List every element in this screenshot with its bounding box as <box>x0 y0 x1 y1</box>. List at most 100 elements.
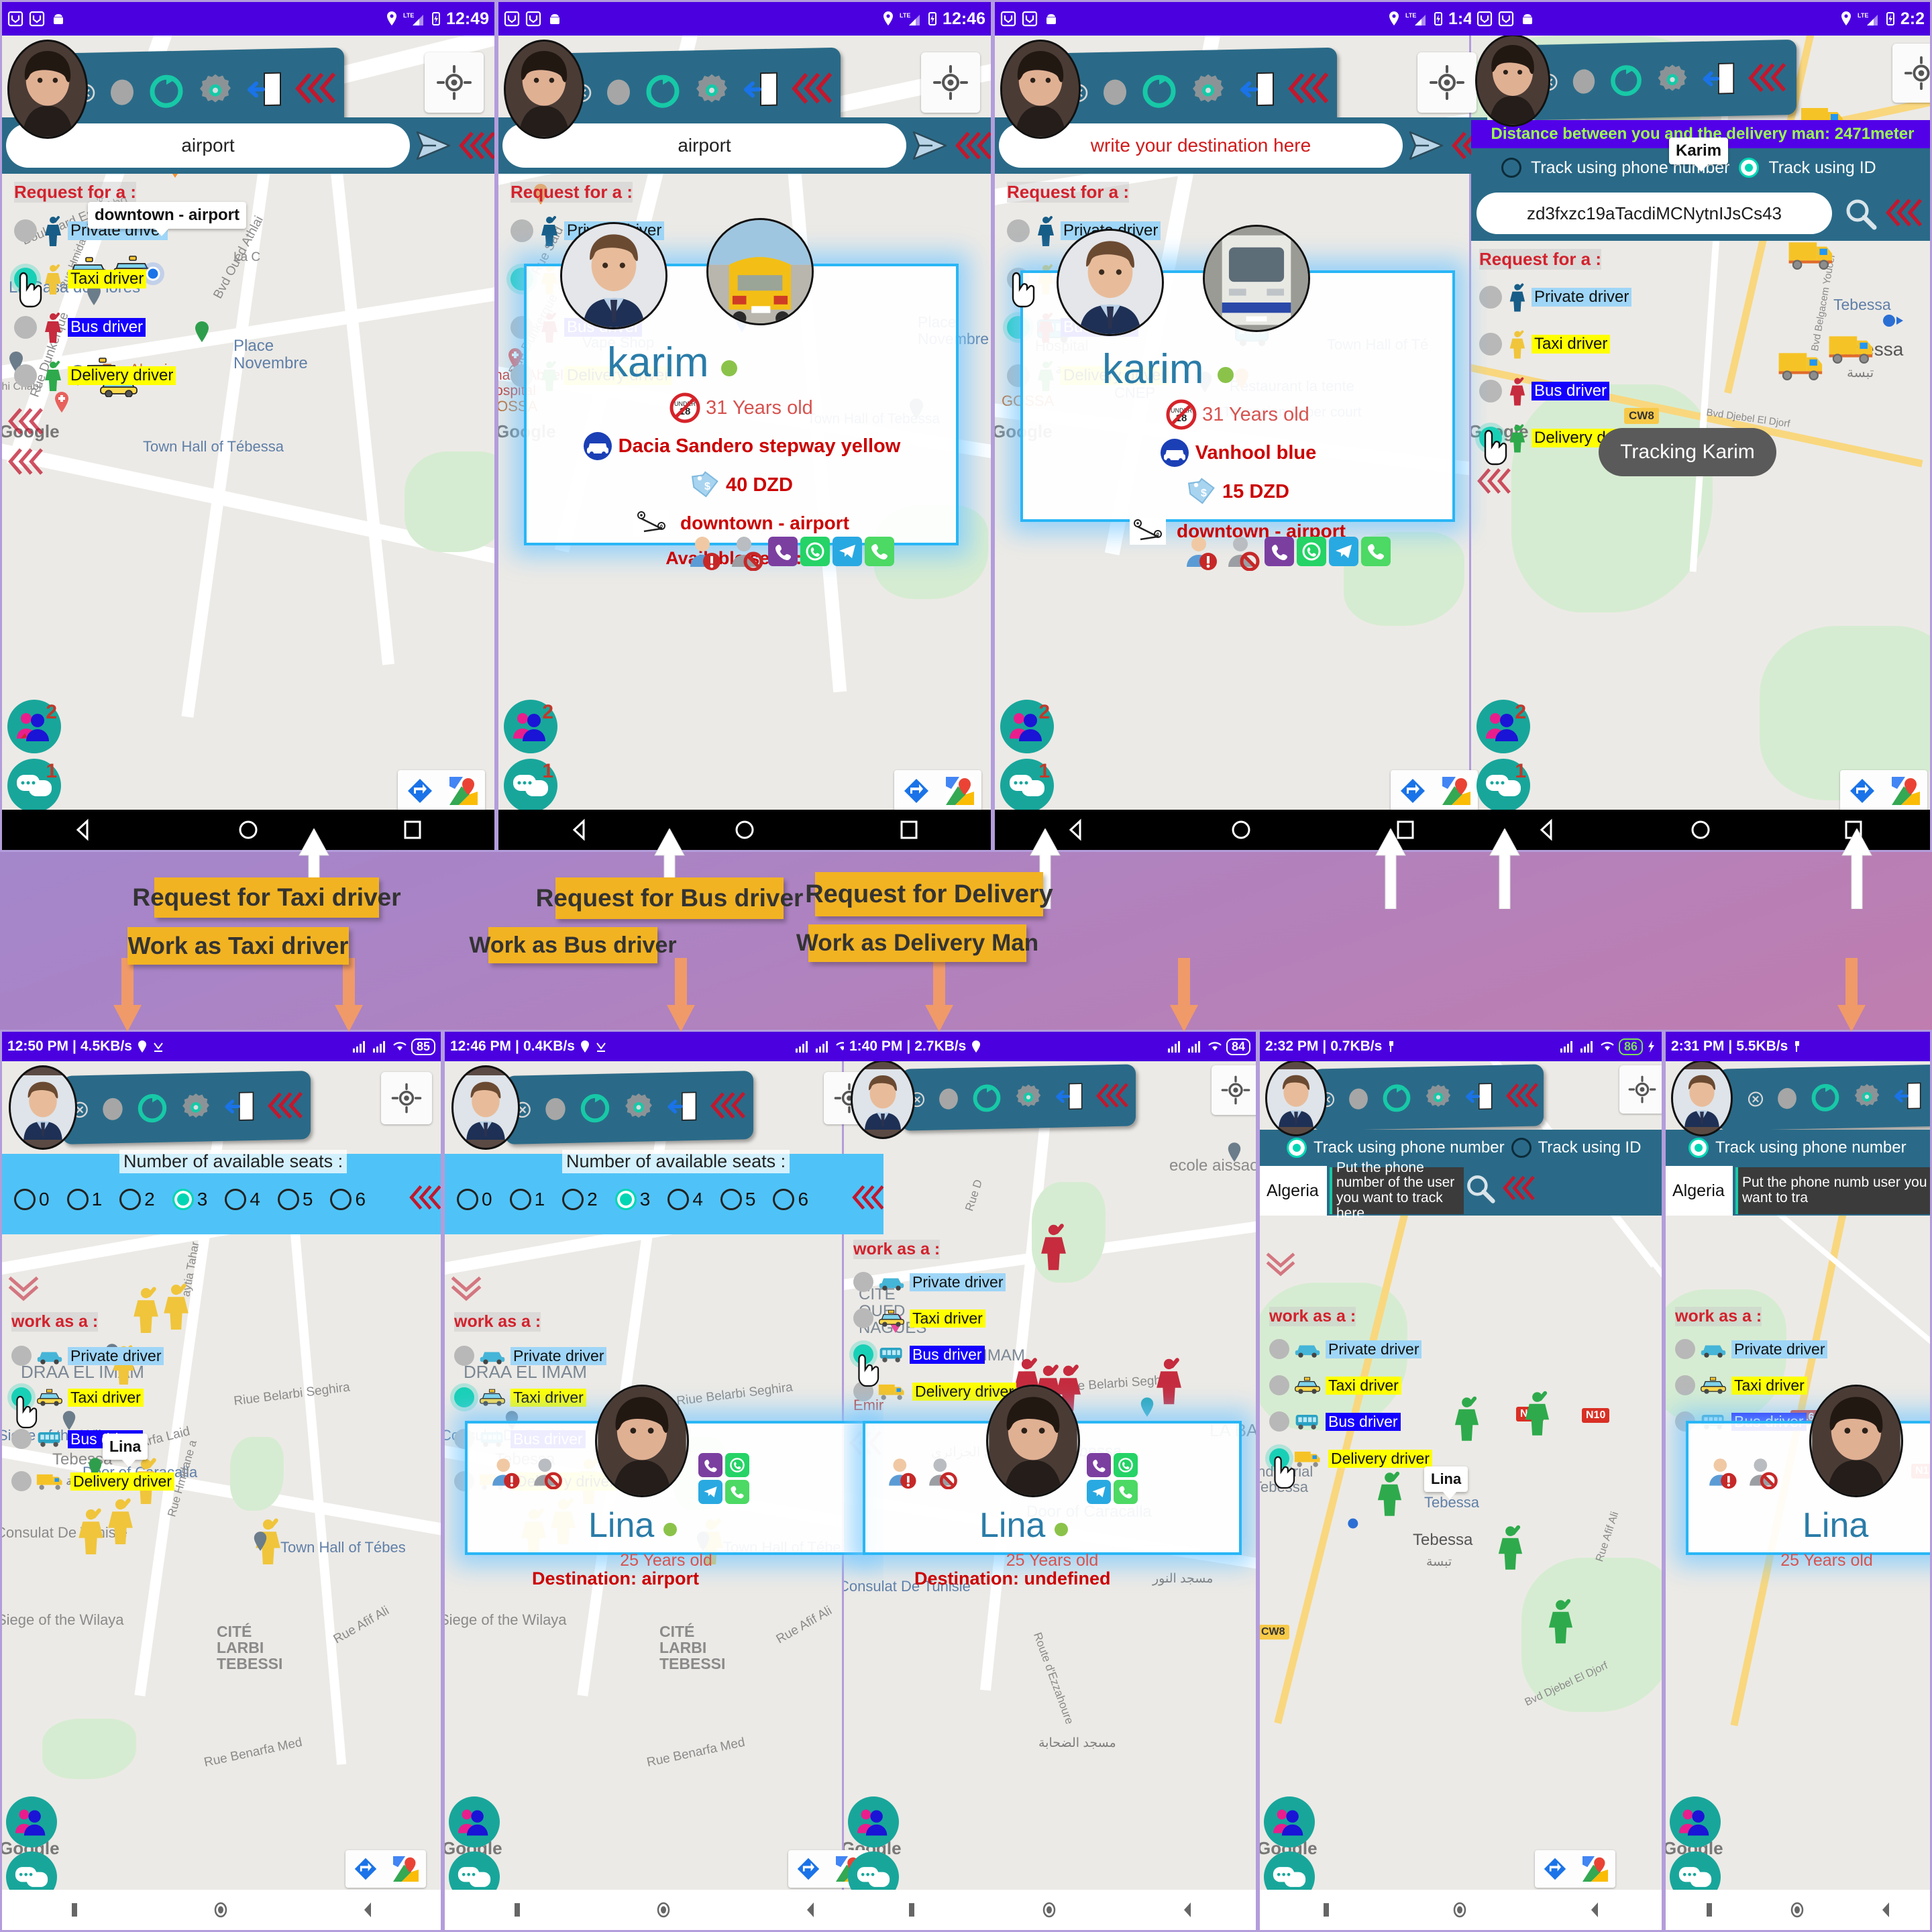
recents-icon[interactable] <box>508 1899 526 1921</box>
viber-icon[interactable] <box>698 1453 722 1477</box>
directions-button[interactable] <box>894 770 938 812</box>
send-button[interactable] <box>413 129 454 162</box>
passenger-photo[interactable] <box>1809 1385 1903 1497</box>
android-nav-bar[interactable] <box>995 810 1487 850</box>
avatar[interactable] <box>451 1065 520 1150</box>
home-icon[interactable] <box>1787 1899 1807 1921</box>
people-fab[interactable] <box>6 1796 57 1847</box>
chat-fab[interactable]: 1 <box>1477 759 1530 812</box>
avatar[interactable] <box>7 40 88 139</box>
profile-warning-icon[interactable] <box>685 532 724 571</box>
android-nav-bar[interactable] <box>844 1890 1256 1930</box>
contact-actions[interactable] <box>1181 532 1391 571</box>
block-user-icon[interactable] <box>1745 1454 1780 1489</box>
double-chevron-left-icon[interactable] <box>1500 1173 1536 1203</box>
radio-bus-driver[interactable] <box>1479 380 1502 402</box>
directions-button[interactable] <box>788 1850 828 1888</box>
map-action-buttons[interactable] <box>398 770 485 812</box>
double-chevron-left-button[interactable] <box>951 128 991 163</box>
people-fab[interactable]: 2 <box>7 700 61 753</box>
people-fab[interactable]: 2 <box>1477 700 1530 753</box>
gps-target-button[interactable] <box>1212 1065 1256 1115</box>
google-maps-button[interactable] <box>386 1850 426 1888</box>
option-taxi-driver[interactable]: Taxi driver <box>1675 1375 1807 1395</box>
gear-icon[interactable] <box>179 1090 213 1124</box>
destination-search-bar[interactable]: write your destination here <box>995 117 1487 174</box>
passenger-request-card[interactable]: Lina 25 Years old <box>863 1385 1242 1570</box>
telegram-icon[interactable] <box>833 537 862 566</box>
passenger-photo[interactable] <box>595 1385 689 1497</box>
option-private-driver[interactable]: Private driver <box>1675 1339 1828 1359</box>
close-icon[interactable] <box>1746 1089 1766 1110</box>
seat-option-2[interactable]: 2 <box>119 1189 155 1210</box>
back-icon[interactable] <box>569 818 592 841</box>
contact-actions[interactable] <box>685 532 894 571</box>
logout-icon[interactable] <box>665 1090 698 1123</box>
back-icon[interactable] <box>801 1899 820 1921</box>
gear-icon[interactable] <box>692 70 731 110</box>
directions-button[interactable] <box>1840 770 1884 812</box>
search-icon[interactable] <box>1464 1173 1497 1205</box>
google-maps-button[interactable] <box>938 770 981 812</box>
recents-icon[interactable] <box>1318 1899 1335 1921</box>
back-icon[interactable] <box>1178 1899 1197 1921</box>
seat-option-6[interactable]: 6 <box>773 1189 808 1210</box>
profile-warning-icon[interactable] <box>1705 1454 1739 1489</box>
logout-icon[interactable] <box>1237 70 1276 109</box>
passenger-photo[interactable] <box>986 1385 1080 1497</box>
toggle-circle-icon[interactable] <box>936 1087 961 1112</box>
toggle-circle-icon[interactable] <box>107 77 137 107</box>
gps-target-button[interactable] <box>1892 44 1930 103</box>
google-maps-button[interactable] <box>1884 770 1927 812</box>
back-icon[interactable] <box>1876 1899 1895 1921</box>
gear-icon[interactable] <box>196 70 235 110</box>
avatar[interactable] <box>1265 1060 1327 1136</box>
avatar[interactable] <box>1000 40 1081 139</box>
home-icon[interactable] <box>653 1899 674 1921</box>
option-private-driver[interactable]: Private driver <box>1479 282 1632 312</box>
refresh-icon[interactable] <box>643 71 683 112</box>
top-toolbar[interactable] <box>62 1071 311 1144</box>
double-chevron-down-icon[interactable] <box>5 1270 42 1302</box>
avatar[interactable] <box>1475 34 1550 127</box>
phone-call-icon[interactable] <box>865 537 894 566</box>
send-button[interactable] <box>1405 129 1447 162</box>
seat-option-3[interactable]: 3 <box>614 1189 650 1210</box>
radio-track-id[interactable] <box>1511 1138 1532 1158</box>
driver-offer-card[interactable]: karim UNDER 18 31 Years old Vanhool blue … <box>1020 225 1455 545</box>
seat-option-0[interactable]: 0 <box>457 1189 492 1210</box>
viber-icon[interactable] <box>1087 1453 1111 1477</box>
radio-private-driver[interactable] <box>1479 286 1502 309</box>
search-icon[interactable] <box>1843 197 1878 231</box>
viber-icon[interactable] <box>1265 537 1294 566</box>
double-chevron-left-icon[interactable] <box>292 68 337 108</box>
gear-icon[interactable] <box>1654 61 1690 98</box>
home-icon[interactable] <box>211 1899 231 1921</box>
seat-option-3[interactable]: 3 <box>172 1189 207 1210</box>
phone-call-icon[interactable] <box>725 1480 749 1504</box>
option-bus-driver[interactable]: Bus driver <box>1479 376 1610 406</box>
refresh-icon[interactable] <box>970 1081 1004 1115</box>
block-user-icon[interactable] <box>1223 532 1262 571</box>
gear-icon[interactable] <box>622 1090 655 1124</box>
google-maps-button[interactable] <box>1575 1850 1615 1888</box>
vehicle-photo[interactable] <box>1203 225 1310 332</box>
map-action-buttons[interactable] <box>1391 770 1478 812</box>
radio-track-phone[interactable] <box>1688 1138 1709 1158</box>
recents-icon[interactable] <box>898 818 920 841</box>
chat-fab[interactable]: 1 <box>7 759 61 812</box>
people-fab[interactable]: 2 <box>504 700 557 753</box>
gps-target-button[interactable] <box>425 52 484 113</box>
tracking-button[interactable]: Tracking Karim <box>1599 428 1776 476</box>
radio-delivery-driver[interactable] <box>11 1471 32 1491</box>
android-nav-bar[interactable] <box>498 810 991 850</box>
directions-button[interactable] <box>1391 770 1434 812</box>
whatsapp-icon[interactable] <box>1297 537 1326 566</box>
double-chevron-left-icon[interactable] <box>789 68 833 108</box>
double-chevron-left-icon[interactable] <box>1746 59 1787 96</box>
seat-option-0[interactable]: 0 <box>14 1189 50 1210</box>
avatar[interactable] <box>1671 1060 1733 1136</box>
double-chevron-left-icon[interactable] <box>5 445 45 478</box>
toggle-circle-icon[interactable] <box>604 77 633 107</box>
double-chevron-down-icon[interactable] <box>1263 1246 1299 1277</box>
